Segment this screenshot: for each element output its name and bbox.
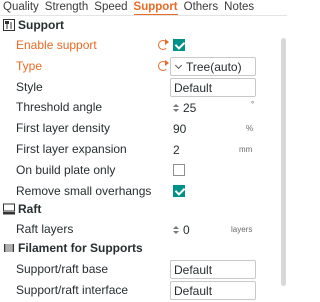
section-filament-header: Filament for Supports	[3, 241, 143, 255]
scrollbar[interactable]	[279, 16, 287, 302]
row-remove-small-overhangs: Remove small overhangs	[16, 181, 151, 201]
section-filament-title: Filament for Supports	[18, 241, 143, 255]
tab-quality[interactable]: Quality	[3, 0, 39, 14]
first-layer-expansion-label: First layer expansion	[16, 142, 127, 156]
threshold-angle-input[interactable]: 25	[170, 98, 256, 117]
tab-support[interactable]: Support	[133, 0, 178, 16]
support-raft-interface-value: Default	[174, 283, 213, 298]
style-value: Default	[174, 80, 213, 95]
row-first-layer-expansion: First layer expansion	[16, 139, 127, 159]
threshold-angle-value: 25	[183, 100, 197, 115]
first-layer-density-value: 90	[173, 121, 187, 136]
remove-small-overhangs-checkbox[interactable]	[173, 185, 185, 197]
reset-icon[interactable]	[158, 40, 168, 50]
section-raft-header: Raft	[3, 202, 41, 216]
type-value: Tree(auto)	[186, 59, 242, 74]
raft-layers-value: 0	[183, 222, 190, 237]
support-raft-base-select[interactable]: Default	[170, 260, 256, 279]
first-layer-density-label: First layer density	[16, 121, 111, 135]
row-type: Type	[16, 56, 42, 76]
chevron-down-icon	[174, 61, 183, 69]
remove-small-overhangs-label: Remove small overhangs	[16, 184, 152, 198]
first-layer-expansion-unit: mm	[239, 145, 253, 154]
spin-arrows-icon[interactable]	[173, 103, 180, 112]
support-icon	[3, 19, 15, 31]
row-raft-layers: Raft layers	[16, 219, 73, 239]
tab-notes[interactable]: Notes	[224, 0, 254, 14]
row-on-build-plate-only: On build plate only	[16, 160, 115, 180]
enable-support-label: Enable support	[16, 38, 97, 52]
threshold-angle-label: Threshold angle	[16, 100, 103, 114]
on-build-plate-only-label: On build plate only	[16, 163, 116, 177]
tab-speed[interactable]: Speed	[94, 0, 127, 14]
first-layer-expansion-value: 2	[173, 142, 180, 157]
tab-bar: Quality Strength Speed Support Others No…	[0, 0, 287, 16]
row-support-raft-base: Support/raft base	[16, 259, 108, 279]
row-first-layer-density: First layer density	[16, 118, 110, 138]
tab-divider	[0, 15, 287, 16]
support-raft-interface-label: Support/raft interface	[16, 283, 129, 297]
style-label: Style	[16, 80, 43, 94]
raft-layers-label: Raft layers	[16, 222, 74, 236]
raft-layers-input[interactable]: 0	[170, 220, 230, 239]
on-build-plate-only-checkbox[interactable]	[173, 164, 185, 176]
type-select[interactable]: Tree(auto)	[170, 57, 256, 76]
row-threshold-angle: Threshold angle	[16, 97, 102, 117]
support-raft-base-value: Default	[174, 262, 213, 277]
row-style: Style	[16, 77, 43, 97]
first-layer-density-unit: %	[246, 124, 254, 133]
section-support-title: Support	[18, 18, 64, 32]
enable-support-checkbox[interactable]	[173, 39, 185, 51]
tab-strength[interactable]: Strength	[45, 0, 88, 14]
reset-icon[interactable]	[158, 61, 168, 71]
spin-arrows-icon[interactable]	[173, 225, 180, 234]
first-layer-density-input[interactable]: 90	[170, 119, 258, 138]
type-label: Type	[16, 59, 43, 73]
support-raft-base-label: Support/raft base	[16, 262, 109, 276]
section-raft-title: Raft	[18, 202, 42, 216]
row-enable-support: Enable support	[16, 35, 97, 55]
threshold-angle-unit: °	[251, 100, 255, 109]
row-support-raft-interface: Support/raft interface	[16, 280, 128, 300]
scrollbar-thumb[interactable]	[281, 38, 286, 286]
style-select[interactable]: Default	[170, 78, 256, 97]
raft-icon	[3, 203, 15, 215]
support-raft-interface-select[interactable]: Default	[170, 281, 256, 300]
tab-others[interactable]: Others	[184, 0, 219, 14]
raft-layers-unit: layers	[231, 225, 253, 234]
filament-icon	[4, 244, 14, 252]
section-support-header: Support	[3, 18, 64, 32]
